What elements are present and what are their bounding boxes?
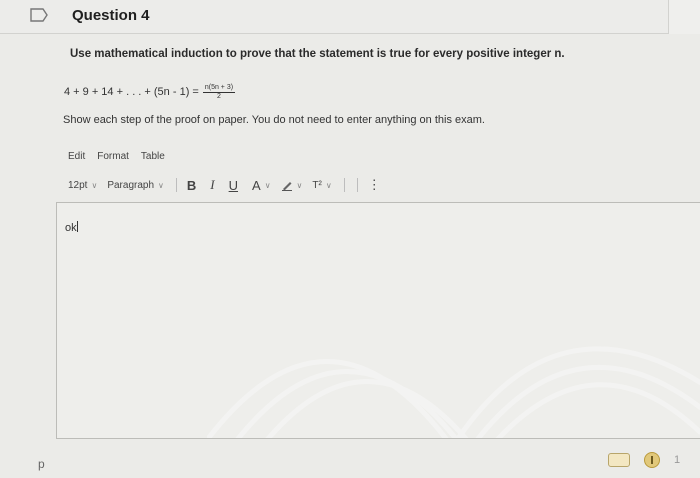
header-divider-panel <box>668 0 700 34</box>
editor-content[interactable]: ok <box>65 221 78 234</box>
text-cursor <box>76 221 78 232</box>
answer-editor[interactable]: ok <box>56 202 700 439</box>
keyboard-icon[interactable] <box>608 453 630 467</box>
menu-table[interactable]: Table <box>141 151 165 162</box>
italic-button[interactable]: I <box>210 177 214 193</box>
superscript-button[interactable]: T² ∨ <box>312 180 331 191</box>
chevron-down-icon: ∨ <box>158 180 164 190</box>
toolbar-divider <box>356 178 358 192</box>
font-size-select[interactable]: 12pt ∨ <box>68 180 97 191</box>
question-title: Question 4 <box>72 7 150 24</box>
page-number: 1 <box>674 454 681 466</box>
equation-left: 4 + 9 + 14 + . . . + (5n - 1) = <box>64 86 199 98</box>
page-marker: p <box>38 457 45 471</box>
question-header: Question 4 <box>0 0 700 34</box>
block-format-value: Paragraph <box>107 179 155 191</box>
underline-button[interactable]: U <box>229 178 238 193</box>
block-format-select[interactable]: Paragraph ∨ <box>107 180 164 191</box>
status-icons: 1 <box>608 452 680 468</box>
chevron-down-icon: ∨ <box>296 180 303 190</box>
editor-toolbar: 12pt ∨ Paragraph ∨ B I U A ∨ ∨ T² ∨ ⋮ <box>68 176 395 194</box>
fraction-denominator: 2 <box>217 92 221 100</box>
font-size-value: 12pt <box>68 179 88 191</box>
answer-text: ok <box>65 222 77 234</box>
equation-fraction: n(5n + 3) 2 <box>202 83 236 101</box>
screen-moire-pattern <box>207 346 700 438</box>
question-instruction: Show each step of the proof on paper. Yo… <box>63 114 485 126</box>
superscript-icon: T² <box>312 179 322 191</box>
menu-format[interactable]: Format <box>97 151 129 162</box>
highlight-pen-icon <box>281 182 292 191</box>
equation: 4 + 9 + 14 + . . . + (5n - 1) = n(5n + 3… <box>64 80 236 104</box>
fraction-numerator: n(5n + 3) <box>202 83 236 93</box>
toolbar-divider <box>175 178 177 192</box>
accessibility-icon[interactable] <box>644 452 660 468</box>
text-color-icon: A <box>252 177 261 193</box>
question-prompt: Use mathematical induction to prove that… <box>70 48 565 60</box>
editor-menubar: Edit Format Table <box>68 151 165 162</box>
chevron-down-icon: ∨ <box>91 180 98 190</box>
text-color-button[interactable]: A ∨ <box>252 178 271 193</box>
more-options-icon[interactable]: ⋮ <box>368 177 381 193</box>
chevron-down-icon: ∨ <box>264 180 271 190</box>
toolbar-divider <box>343 178 345 192</box>
flag-icon[interactable] <box>30 8 48 22</box>
chevron-down-icon: ∨ <box>325 180 332 190</box>
bold-button[interactable]: B <box>187 178 196 193</box>
highlight-button[interactable]: ∨ <box>281 179 303 191</box>
menu-edit[interactable]: Edit <box>68 151 85 162</box>
